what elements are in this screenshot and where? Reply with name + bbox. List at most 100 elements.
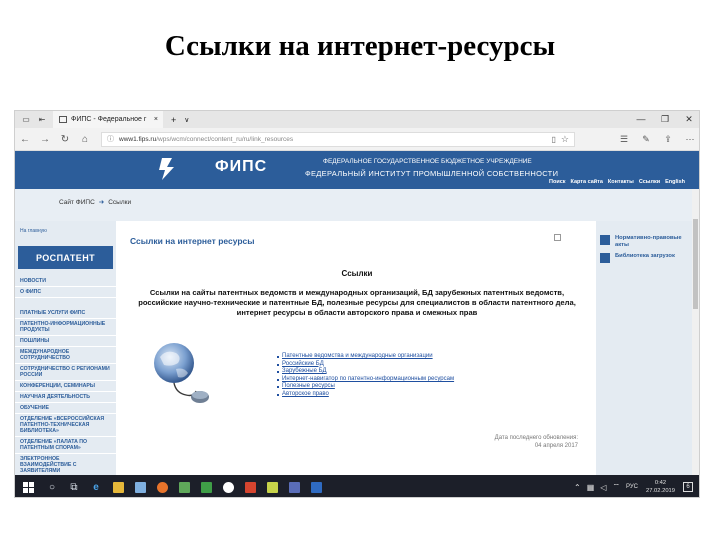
- restore-icon[interactable]: ❐: [653, 114, 677, 125]
- reading-view-icon[interactable]: ▯: [552, 135, 556, 144]
- sidebar-item-paid-services[interactable]: ПЛАТНЫЕ УСЛУГИ ФИПС: [15, 308, 116, 319]
- link-patent-offices[interactable]: Патентные ведомства и международные орга…: [276, 353, 454, 361]
- sidebar-item-regions[interactable]: СОТРУДНИЧЕСТВО С РЕГИОНАМИ РОССИИ: [15, 364, 116, 381]
- clock[interactable]: 0:42 27.02.2019: [646, 479, 675, 495]
- sidebar-item-chamber[interactable]: ОТДЕЛЕНИЕ «ПАЛАТА ПО ПАТЕНТНЫМ СПОРАМ»: [15, 437, 116, 454]
- regulations-label: Нормативно-правовые акты: [615, 235, 682, 248]
- wifi-icon[interactable]: ⌔: [612, 482, 620, 492]
- link-navigator[interactable]: Интернет-навигатор по патентно-информаци…: [276, 376, 454, 384]
- fips-logo-icon[interactable]: [156, 156, 178, 182]
- volume-icon[interactable]: ◁: [600, 483, 606, 492]
- set-aside-tabs-icon[interactable]: ⇤: [37, 115, 47, 124]
- app-k-icon[interactable]: [261, 475, 283, 497]
- browser-tab-bar: ▭ ⇤ ФИПС - Федеральное г × + ∨ — ❐ ✕: [15, 111, 699, 128]
- sidebar-item-science[interactable]: НАУЧНАЯ ДЕЯТЕЛЬНОСТЬ: [15, 392, 116, 403]
- menu-english[interactable]: English: [665, 179, 685, 185]
- library-icon: [600, 253, 610, 263]
- sidebar-item-fees[interactable]: ПОШЛИНЫ: [15, 336, 116, 347]
- page-title: Ссылки на интернет ресурсы: [130, 236, 255, 246]
- sidebar-item-training[interactable]: ОБУЧЕНИЕ: [15, 403, 116, 414]
- address-bar[interactable]: ⓘ www1.fips.ru/wps/wcm/connect/content_r…: [101, 131, 575, 147]
- windows-taskbar: ○ ⧉ e ⌃ ▦ ◁ ⌔ РУС 0:42 27.02.2019 6: [15, 475, 699, 497]
- share-icon[interactable]: ⇪: [657, 134, 679, 145]
- link-useful-resources[interactable]: Полезные ресурсы: [276, 383, 454, 391]
- favorite-star-icon[interactable]: ☆: [561, 134, 569, 145]
- windows-logo-icon: [22, 481, 34, 493]
- globe-mouse-icon: [154, 343, 209, 403]
- edge-browser-icon[interactable]: e: [85, 475, 107, 497]
- side-menu: НОВОСТИ О ФИПС ПЛАТНЫЕ УСЛУГИ ФИПС ПАТЕН…: [15, 276, 116, 477]
- link-foreign-db[interactable]: Зарубежные БД: [276, 368, 454, 376]
- pdf-icon[interactable]: [239, 475, 261, 497]
- main-content: Ссылки на интернет ресурсы Ссылки Ссылки…: [118, 221, 596, 481]
- menu-contacts[interactable]: Контакты: [608, 179, 634, 185]
- page-scrollbar[interactable]: [692, 189, 699, 481]
- minimize-icon[interactable]: —: [629, 114, 653, 125]
- forward-icon[interactable]: →: [35, 134, 55, 145]
- start-button[interactable]: [15, 475, 41, 497]
- home-icon[interactable]: ⌂: [75, 134, 95, 145]
- scrollbar-thumb[interactable]: [693, 219, 698, 309]
- search-icon[interactable]: ○: [41, 475, 63, 497]
- menu-search[interactable]: Поиск: [549, 179, 566, 185]
- top-menu: Поиск Карта сайта Контакты Ссылки Englis…: [549, 179, 685, 185]
- page-favicon-icon: [59, 116, 67, 123]
- breadcrumb-arrow-icon: ➜: [98, 199, 105, 206]
- resource-links: Патентные ведомства и международные орга…: [276, 353, 454, 399]
- notifications-icon[interactable]: 6: [683, 482, 693, 492]
- home-link[interactable]: На главную: [20, 228, 47, 234]
- clock-date: 27.02.2019: [645, 488, 675, 494]
- section-description: Ссылки на сайты патентных ведомств и меж…: [138, 288, 576, 317]
- url-path: /wps/wcm/connect/content_ru/ru/link_reso…: [156, 135, 294, 143]
- close-tab-icon[interactable]: ×: [154, 116, 158, 123]
- tray-up-icon[interactable]: ⌃: [574, 483, 581, 492]
- photos-icon[interactable]: [173, 475, 195, 497]
- menu-links[interactable]: Ссылки: [639, 179, 660, 185]
- menu-sitemap[interactable]: Карта сайта: [571, 179, 603, 185]
- print-icon[interactable]: [554, 234, 561, 241]
- firefox-icon[interactable]: [151, 475, 173, 497]
- sidebar-item-library[interactable]: ОТДЕЛЕНИЕ «ВСЕРОССИЙСКАЯ ПАТЕНТНО-ТЕХНИЧ…: [15, 414, 116, 437]
- sidebar-item-international[interactable]: МЕЖДУНАРОДНОЕ СОТРУДНИЧЕСТВО: [15, 347, 116, 364]
- tab-preview-icon[interactable]: ▭: [21, 115, 31, 124]
- close-window-icon[interactable]: ✕: [677, 114, 699, 125]
- browser-tab[interactable]: ФИПС - Федеральное г ×: [53, 111, 163, 128]
- sidebar-item-e-interaction[interactable]: ЭЛЕКТРОННОЕ ВЗАИМОДЕЙСТВИЕ С ЗАЯВИТЕЛЯМИ: [15, 454, 116, 477]
- downloads-link[interactable]: Библиотека загрузок: [600, 253, 675, 263]
- task-view-icon[interactable]: ⧉: [63, 475, 85, 497]
- link-russian-db[interactable]: Российские БД: [276, 361, 454, 369]
- browser-screenshot: ▭ ⇤ ФИПС - Федеральное г × + ∨ — ❐ ✕ ← →…: [14, 110, 700, 498]
- app-green-icon[interactable]: [195, 475, 217, 497]
- left-sidebar: На главную РОСПАТЕНТ НОВОСТИ О ФИПС ПЛАТ…: [15, 221, 116, 481]
- input-language[interactable]: РУС: [626, 484, 638, 490]
- word-icon[interactable]: [305, 475, 327, 497]
- sidebar-item-about[interactable]: О ФИПС: [15, 287, 116, 298]
- store-icon[interactable]: [129, 475, 151, 497]
- breadcrumb: Сайт ФИПС ➜ Ссылки: [59, 198, 131, 206]
- app-save-icon[interactable]: [283, 475, 305, 497]
- regulations-link[interactable]: Нормативно-правовые акты: [600, 235, 691, 249]
- sidebar-item-news[interactable]: НОВОСТИ: [15, 276, 116, 287]
- breadcrumb-current: Ссылки: [108, 199, 132, 206]
- refresh-icon[interactable]: ↻: [55, 134, 75, 145]
- link-copyright[interactable]: Авторское право: [276, 391, 454, 399]
- favorites-hub-icon[interactable]: ☰: [613, 134, 635, 145]
- yandex-icon[interactable]: [217, 475, 239, 497]
- logo-text[interactable]: ФИПС: [215, 158, 267, 176]
- explorer-icon[interactable]: [107, 475, 129, 497]
- breadcrumb-home[interactable]: Сайт ФИПС: [59, 199, 95, 206]
- institution-line-2: ФЕДЕРАЛЬНЫЙ ИНСТИТУТ ПРОМЫШЛЕННОЙ СОБСТВ…: [305, 169, 559, 178]
- url-host: www1.fips.ru: [119, 135, 157, 143]
- tab-title: ФИПС - Федеральное г: [71, 116, 147, 123]
- new-tab-icon[interactable]: +: [171, 115, 176, 125]
- site-info-icon[interactable]: ⓘ: [107, 134, 114, 144]
- sidebar-item-conferences[interactable]: КОНФЕРЕНЦИИ, СЕМИНАРЫ: [15, 381, 116, 392]
- pen-icon[interactable]: ✎: [635, 134, 657, 145]
- rospatent-banner[interactable]: РОСПАТЕНТ: [18, 246, 113, 269]
- sidebar-item-info-products[interactable]: ПАТЕНТНО-ИНФОРМАЦИОННЫЕ ПРОДУКТЫ: [15, 319, 116, 336]
- more-icon[interactable]: ⋯: [679, 134, 699, 145]
- section-title: Ссылки: [341, 269, 373, 278]
- chevron-down-icon[interactable]: ∨: [184, 116, 189, 124]
- network-icon[interactable]: ▦: [587, 483, 595, 492]
- back-icon[interactable]: ←: [15, 134, 35, 145]
